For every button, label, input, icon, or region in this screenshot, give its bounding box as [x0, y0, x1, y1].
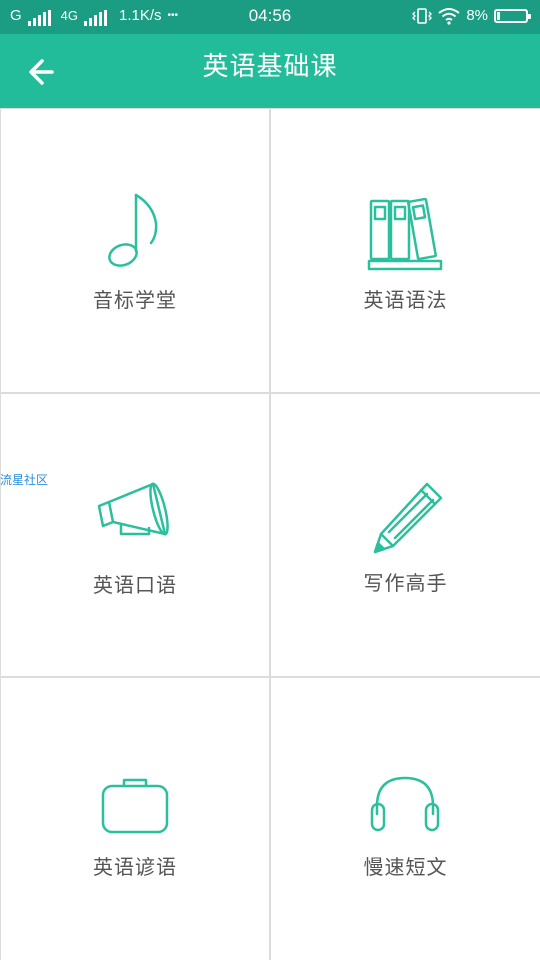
briefcase-icon	[101, 778, 169, 834]
battery-icon	[494, 9, 531, 23]
status-bar: G 4G 1.1K/s ••• 04:56 8%	[0, 0, 540, 34]
battery-percent: 8%	[466, 7, 488, 24]
tile-proverbs[interactable]: 英语谚语	[1, 678, 269, 960]
tile-label: 慢速短文	[363, 855, 448, 879]
pencil-icon	[373, 482, 443, 554]
tile-label: 英语谚语	[93, 855, 177, 879]
watermark-text: 流星社区	[0, 473, 49, 487]
headphones-icon	[370, 776, 440, 832]
app-header: 英语基础课	[0, 34, 540, 108]
tile-label: 英语语法	[363, 288, 448, 312]
tile-slow-reading[interactable]: 慢速短文	[271, 678, 540, 960]
tile-speaking[interactable]: 英语口语	[1, 394, 269, 676]
wifi-icon	[438, 8, 460, 25]
status-right: 8%	[412, 6, 531, 26]
tile-grammar[interactable]: 英语语法	[271, 109, 540, 392]
tile-phonetics[interactable]: 音标学堂	[1, 109, 269, 392]
megaphone-icon	[97, 482, 169, 536]
vibrate-icon	[412, 8, 433, 24]
music-note-icon	[108, 193, 158, 267]
tile-label: 英语口语	[93, 573, 177, 597]
tile-label: 音标学堂	[93, 288, 177, 312]
books-icon	[367, 197, 443, 271]
tile-label: 写作高手	[363, 571, 448, 595]
course-grid: 音标学堂 英语语法 英语口语 写作高手 英语谚语 慢速短文	[0, 108, 540, 960]
page-title: 英语基础课	[202, 52, 338, 82]
tile-writing[interactable]: 写作高手	[271, 394, 540, 676]
